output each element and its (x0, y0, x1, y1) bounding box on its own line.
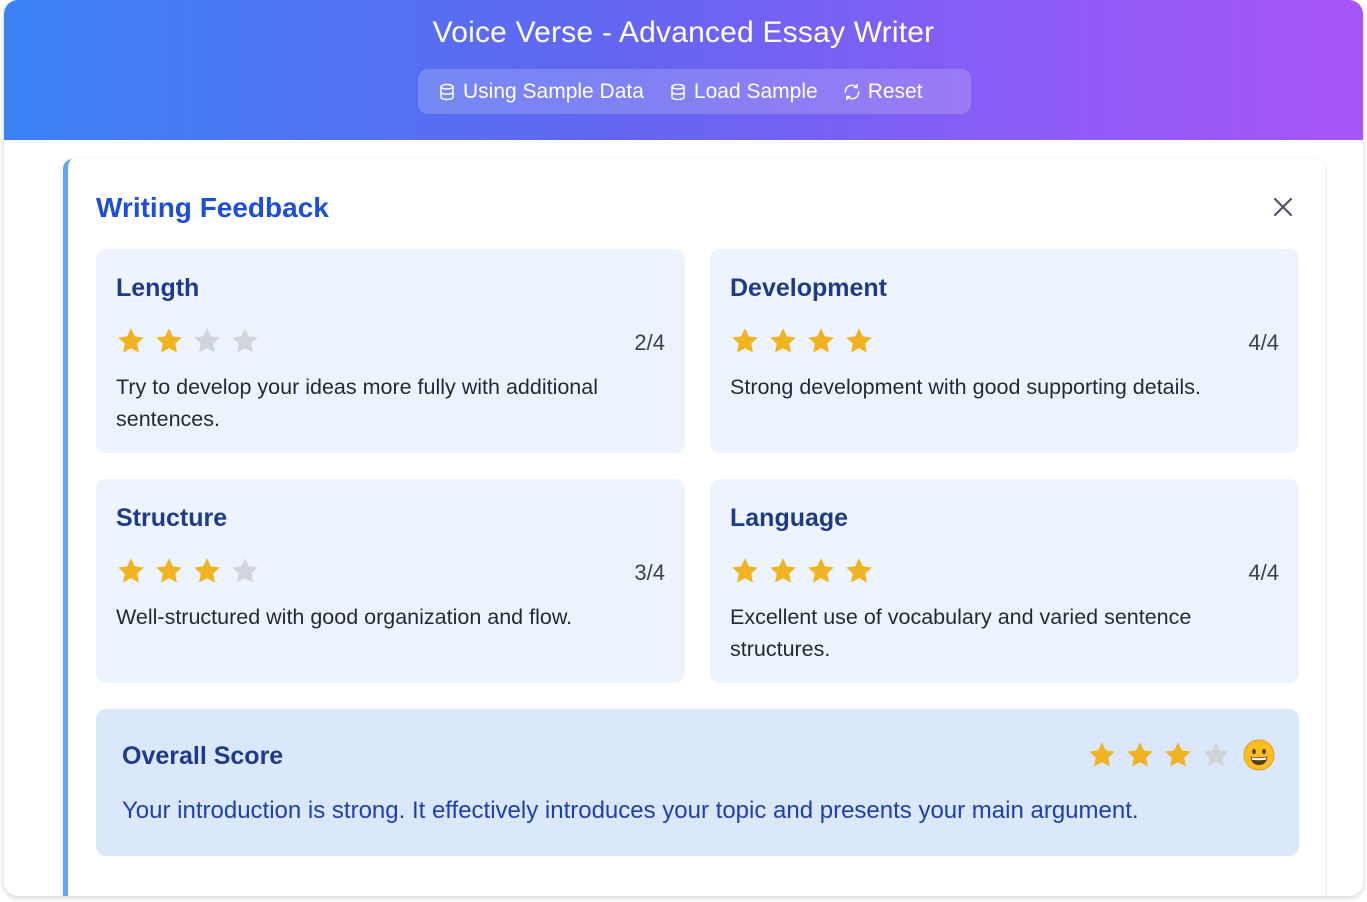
star-filled-icon (732, 558, 758, 583)
overall-score-comment: Your introduction is strong. It effectiv… (122, 797, 1139, 824)
star-rating (730, 556, 874, 586)
star-rating (116, 556, 260, 586)
star-filled-icon (770, 328, 796, 353)
main-content: Writing Feedback Length 2/4 Try to devel… (4, 140, 1363, 896)
star-filled-icon (118, 328, 144, 353)
star-empty-icon (232, 558, 258, 583)
category-title: Development (730, 274, 887, 302)
app-title: Voice Verse - Advanced Essay Writer (432, 16, 935, 49)
star-filled-icon (808, 558, 834, 583)
feedback-tile-length: Length 2/4 Try to develop your ideas mor… (96, 249, 685, 453)
app-header: Voice Verse - Advanced Essay Writer Usin… (4, 0, 1363, 140)
grinning-face-icon (1243, 739, 1275, 771)
category-score: 2/4 (634, 330, 665, 355)
overall-stars (1087, 740, 1231, 770)
close-icon[interactable] (1271, 195, 1295, 219)
feedback-tile-language: Language 4/4 Excellent use of vocabulary… (710, 479, 1299, 683)
load-sample-button[interactable]: Load Sample (669, 80, 818, 104)
category-title: Length (116, 274, 200, 302)
database-icon (671, 83, 685, 100)
star-filled-icon (156, 558, 182, 583)
overall-score-title: Overall Score (122, 742, 284, 770)
star-filled-icon (846, 328, 872, 353)
feedback-card: Writing Feedback Length 2/4 Try to devel… (63, 159, 1325, 896)
category-score: 3/4 (634, 560, 665, 585)
category-score: 4/4 (1248, 560, 1279, 585)
toolbar: Using Sample Data Load Sample Reset (418, 69, 971, 114)
star-filled-icon (1089, 742, 1115, 767)
star-rating (730, 326, 874, 356)
category-comment: Well-structured with good organization a… (116, 605, 573, 629)
sample-data-status-label: Using Sample Data (463, 79, 644, 103)
star-filled-icon (1127, 742, 1153, 767)
category-title: Structure (116, 504, 228, 532)
star-filled-icon (770, 558, 796, 583)
star-filled-icon (808, 328, 834, 353)
category-comment: Try to develop your ideas more fully wit… (116, 375, 598, 431)
load-sample-label: Load Sample (693, 79, 818, 103)
star-empty-icon (1203, 742, 1229, 767)
star-filled-icon (846, 558, 872, 583)
star-empty-icon (232, 328, 258, 353)
star-filled-icon (1165, 742, 1191, 767)
overall-star-rating (1087, 739, 1275, 771)
reset-label: Reset (867, 79, 923, 103)
overall-score-panel: Overall Score Your introduction is stron… (96, 709, 1299, 856)
star-empty-icon (194, 328, 220, 353)
category-score: 4/4 (1248, 330, 1279, 355)
sample-data-status[interactable]: Using Sample Data (438, 80, 644, 104)
feedback-tile-structure: Structure 3/4 Well-structured with good … (96, 479, 685, 683)
reset-button[interactable]: Reset (843, 80, 923, 104)
app-window: Voice Verse - Advanced Essay Writer Usin… (4, 0, 1363, 896)
refresh-icon (844, 83, 860, 100)
star-filled-icon (156, 328, 182, 353)
star-filled-icon (732, 328, 758, 353)
star-rating (116, 326, 260, 356)
star-filled-icon (118, 558, 144, 583)
star-filled-icon (194, 558, 220, 583)
database-icon (440, 83, 454, 100)
category-title: Language (730, 504, 849, 532)
category-comment: Excellent use of vocabulary and varied s… (730, 605, 1192, 661)
feedback-title: Writing Feedback (96, 192, 329, 223)
category-comment: Strong development with good supporting … (730, 375, 1201, 399)
feedback-tile-development: Development 4/4 Strong development with … (710, 249, 1299, 453)
